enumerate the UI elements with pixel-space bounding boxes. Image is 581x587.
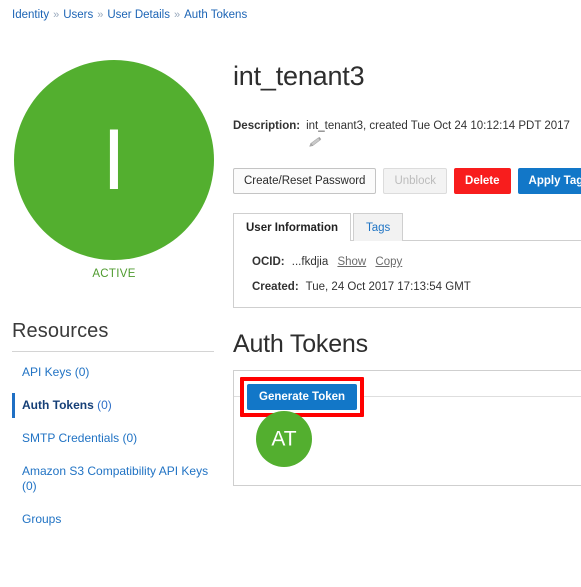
sidebar-item-amazon-s3-compatibility-api-keys[interactable]: Amazon S3 Compatibility API Keys (0) [12, 455, 214, 503]
avatar-initial: I [102, 112, 126, 208]
delete-button[interactable]: Delete [454, 168, 511, 194]
sidebar-item-api-keys[interactable]: API Keys (0) [12, 356, 214, 389]
right-column: int_tenant3 Description: int_tenant3, cr… [233, 50, 581, 486]
tab-strip: User Information Tags [233, 213, 581, 242]
pencil-icon[interactable] [307, 135, 581, 154]
avatar: I [14, 60, 214, 260]
sidebar-item-label: Auth Tokens [22, 398, 94, 412]
page-title: int_tenant3 [233, 61, 365, 91]
breadcrumb-separator: » [97, 9, 104, 21]
auth-tokens-toolbar: Generate Token [234, 371, 581, 417]
token-avatar-initials: AT [271, 427, 297, 451]
tab-content: OCID: ...fkdjia Show Copy Created: Tue, … [233, 240, 581, 308]
breadcrumb-separator: » [53, 9, 60, 21]
detail-value: Tue, 24 Oct 2017 17:13:54 GMT [305, 281, 471, 293]
left-column: I ACTIVE Resources API Keys (0) Auth Tok… [0, 50, 228, 536]
user-avatar-block: I ACTIVE [0, 50, 228, 280]
breadcrumb-separator: » [174, 9, 181, 21]
token-avatar: AT [256, 411, 312, 467]
sidebar-item-smtp-credentials[interactable]: SMTP Credentials (0) [12, 422, 214, 455]
resources-title: Resources [12, 320, 109, 342]
tab-tags[interactable]: Tags [353, 213, 404, 241]
action-button-row: Create/Reset Password Unblock Delete App… [233, 168, 581, 194]
auth-tokens-list: AT [234, 397, 581, 485]
apply-tags-button[interactable]: Apply Tag(s) [517, 168, 581, 194]
status-badge: ACTIVE [92, 268, 136, 280]
sidebar-item-label: API Keys [22, 365, 72, 379]
sidebar-item-label: Amazon S3 Compatibility API Keys [22, 464, 209, 478]
detail-row-created: Created: Tue, 24 Oct 2017 17:13:54 GMT [252, 280, 581, 295]
breadcrumb-item-identity[interactable]: Identity [12, 9, 49, 21]
sidebar-item-groups[interactable]: Groups [12, 503, 214, 536]
detail-key: Created: [252, 281, 299, 293]
user-info-tab-panel: User Information Tags OCID: ...fkdjia Sh… [233, 213, 581, 308]
show-ocid-link[interactable]: Show [337, 256, 366, 268]
description-value: int_tenant3, created Tue Oct 24 10:12:14… [306, 120, 570, 132]
breadcrumb-item-auth-tokens: Auth Tokens [184, 9, 248, 21]
detail-key: OCID: [252, 256, 285, 268]
sidebar-item-label: SMTP Credentials [22, 431, 120, 445]
resources-divider [12, 351, 214, 352]
copy-ocid-link[interactable]: Copy [375, 256, 402, 268]
breadcrumb-item-user-details[interactable]: User Details [107, 9, 170, 21]
breadcrumb: Identity» Users» User Details» Auth Tokens [0, 0, 581, 22]
detail-value: ...fkdjia [291, 256, 329, 268]
resources-list: API Keys (0) Auth Tokens (0) SMTP Creden… [12, 356, 214, 536]
breadcrumb-item-users[interactable]: Users [63, 9, 93, 21]
section-title-auth-tokens: Auth Tokens [233, 330, 368, 358]
auth-tokens-panel: Generate Token AT [233, 370, 581, 486]
sidebar-item-label: Groups [22, 512, 62, 526]
sidebar-item-count: (0) [74, 365, 90, 379]
sidebar-item-count: (0) [97, 398, 112, 412]
detail-row-ocid: OCID: ...fkdjia Show Copy [252, 255, 581, 270]
description-row: Description: int_tenant3, created Tue Oc… [233, 118, 581, 134]
description-label: Description: [233, 120, 301, 132]
generate-token-button[interactable]: Generate Token [247, 384, 358, 410]
sidebar-item-count: (0) [22, 479, 37, 493]
highlight-annotation: Generate Token [240, 377, 365, 417]
create-reset-password-button[interactable]: Create/Reset Password [233, 168, 377, 194]
unblock-button: Unblock [383, 168, 448, 194]
resources-sidebar: Resources API Keys (0) Auth Tokens (0) S… [0, 320, 228, 536]
sidebar-item-auth-tokens[interactable]: Auth Tokens (0) [12, 389, 214, 422]
tab-user-information[interactable]: User Information [233, 213, 352, 242]
sidebar-item-count: (0) [122, 431, 138, 445]
